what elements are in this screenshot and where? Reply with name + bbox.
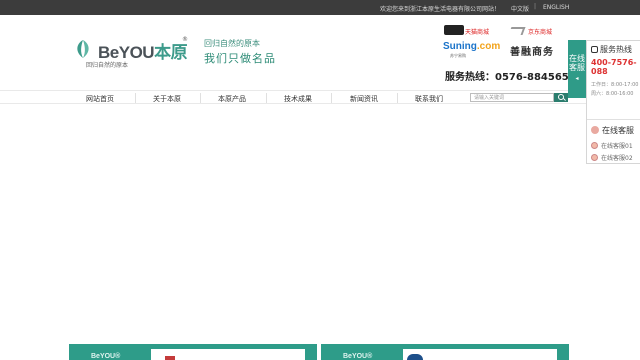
online-service-widget: 在线客服 ◂ 服务热线 400-7576-088 工作日：8:00-17:00 …: [568, 40, 640, 164]
agent-avatar-icon: [591, 154, 598, 161]
nav-item-products[interactable]: 本原产品: [218, 94, 246, 104]
nav-item-tech[interactable]: 技术成果: [284, 94, 312, 104]
online-service-title: 在线客服: [591, 125, 634, 136]
person-icon: [591, 126, 599, 134]
search-input[interactable]: 请输入关键词: [470, 93, 554, 102]
page-root: 欢迎您来到浙江本原生活电器有限公司网站！ 中文版 | ENGLISH BeYOU…: [0, 0, 640, 360]
logo-tagline: 回归自然的原本: [86, 62, 129, 69]
card-image-mark: [407, 354, 423, 360]
english-version-link[interactable]: ENGLISH: [543, 4, 569, 11]
tmall-cat-icon: [444, 25, 464, 35]
service-hotline-label: 服务热线: [600, 45, 632, 54]
hotline-label: 服务热线：: [445, 72, 495, 83]
card-image-mark: [165, 356, 175, 360]
nav-divider: [397, 93, 398, 103]
chinese-version-link[interactable]: 中文版: [511, 4, 529, 13]
nav-divider: [200, 93, 201, 103]
hotline: 服务热线：0576-88456557: [445, 68, 583, 83]
service-phone-number: 400-7576-088: [591, 58, 637, 76]
slogan-bottom: 我们只做名品: [204, 50, 282, 66]
suning-link[interactable]: Suning.com: [443, 41, 500, 52]
product-card[interactable]: BeYOU®: [321, 344, 569, 360]
shanrong-link[interactable]: 善融商务: [510, 43, 554, 58]
agent-avatar-icon: [591, 142, 598, 149]
nav-divider: [331, 93, 332, 103]
nav-item-contact[interactable]: 联系我们: [415, 94, 443, 104]
registered-mark: ®: [182, 36, 188, 43]
service-hours: 工作日：8:00-17:00 周六：8:00-16:00: [591, 82, 639, 97]
top-bar: 欢迎您来到浙江本原生活电器有限公司网站！ 中文版 | ENGLISH: [0, 0, 640, 15]
service-hotline-title: 服务热线: [591, 44, 632, 55]
card-logo: BeYOU®: [343, 353, 373, 360]
suning-subtitle: 苏宁易购: [450, 53, 466, 58]
online-service-label: 在线客服: [602, 126, 634, 135]
agent-label: 在线客服01: [601, 143, 633, 150]
panel-divider: [587, 119, 640, 120]
slogan-top: 回归自然的原本: [204, 39, 260, 48]
service-panel: 服务热线 400-7576-088 工作日：8:00-17:00 周六：8:00…: [586, 40, 640, 164]
card-logo: BeYOU®: [91, 353, 121, 360]
collapse-arrow-icon: ◂: [575, 75, 579, 82]
nav-divider: [135, 93, 136, 103]
agent-label: 在线客服02: [601, 155, 633, 162]
slogan-bottom-main: 我们只做: [204, 52, 252, 65]
suning-domain: .com: [476, 41, 501, 52]
product-card[interactable]: BeYOU®: [69, 344, 317, 360]
suning-name: Suning: [443, 41, 477, 52]
search-icon[interactable]: [554, 93, 568, 102]
nav-item-about[interactable]: 关于本原: [153, 94, 181, 104]
lang-separator: |: [534, 3, 537, 10]
jd-logo-icon: [508, 27, 526, 35]
service-tab-label: 在线客服: [569, 54, 585, 72]
slogan-bottom-emphasis: 名品: [252, 52, 276, 65]
site-logo[interactable]: BeYOU本原 ® 回归自然的原本: [72, 36, 192, 70]
card-image: [403, 349, 557, 360]
welcome-text: 欢迎您来到浙江本原生活电器有限公司网站！: [380, 6, 501, 13]
nav-item-news[interactable]: 新闻资讯: [350, 94, 378, 104]
jd-link[interactable]: 京东商城: [528, 27, 552, 36]
nav-divider: [266, 93, 267, 103]
tmall-link[interactable]: 天猫商城: [465, 27, 489, 36]
service-agent-link[interactable]: 在线客服01: [591, 141, 633, 150]
logo-cn-text: 本原: [154, 43, 188, 62]
service-agent-link[interactable]: 在线客服02: [591, 153, 633, 162]
nav-item-home[interactable]: 网站首页: [86, 94, 114, 104]
leaf-logo-icon: [77, 40, 89, 58]
phone-icon: [591, 46, 598, 53]
online-service-tab[interactable]: 在线客服 ◂: [568, 40, 586, 98]
